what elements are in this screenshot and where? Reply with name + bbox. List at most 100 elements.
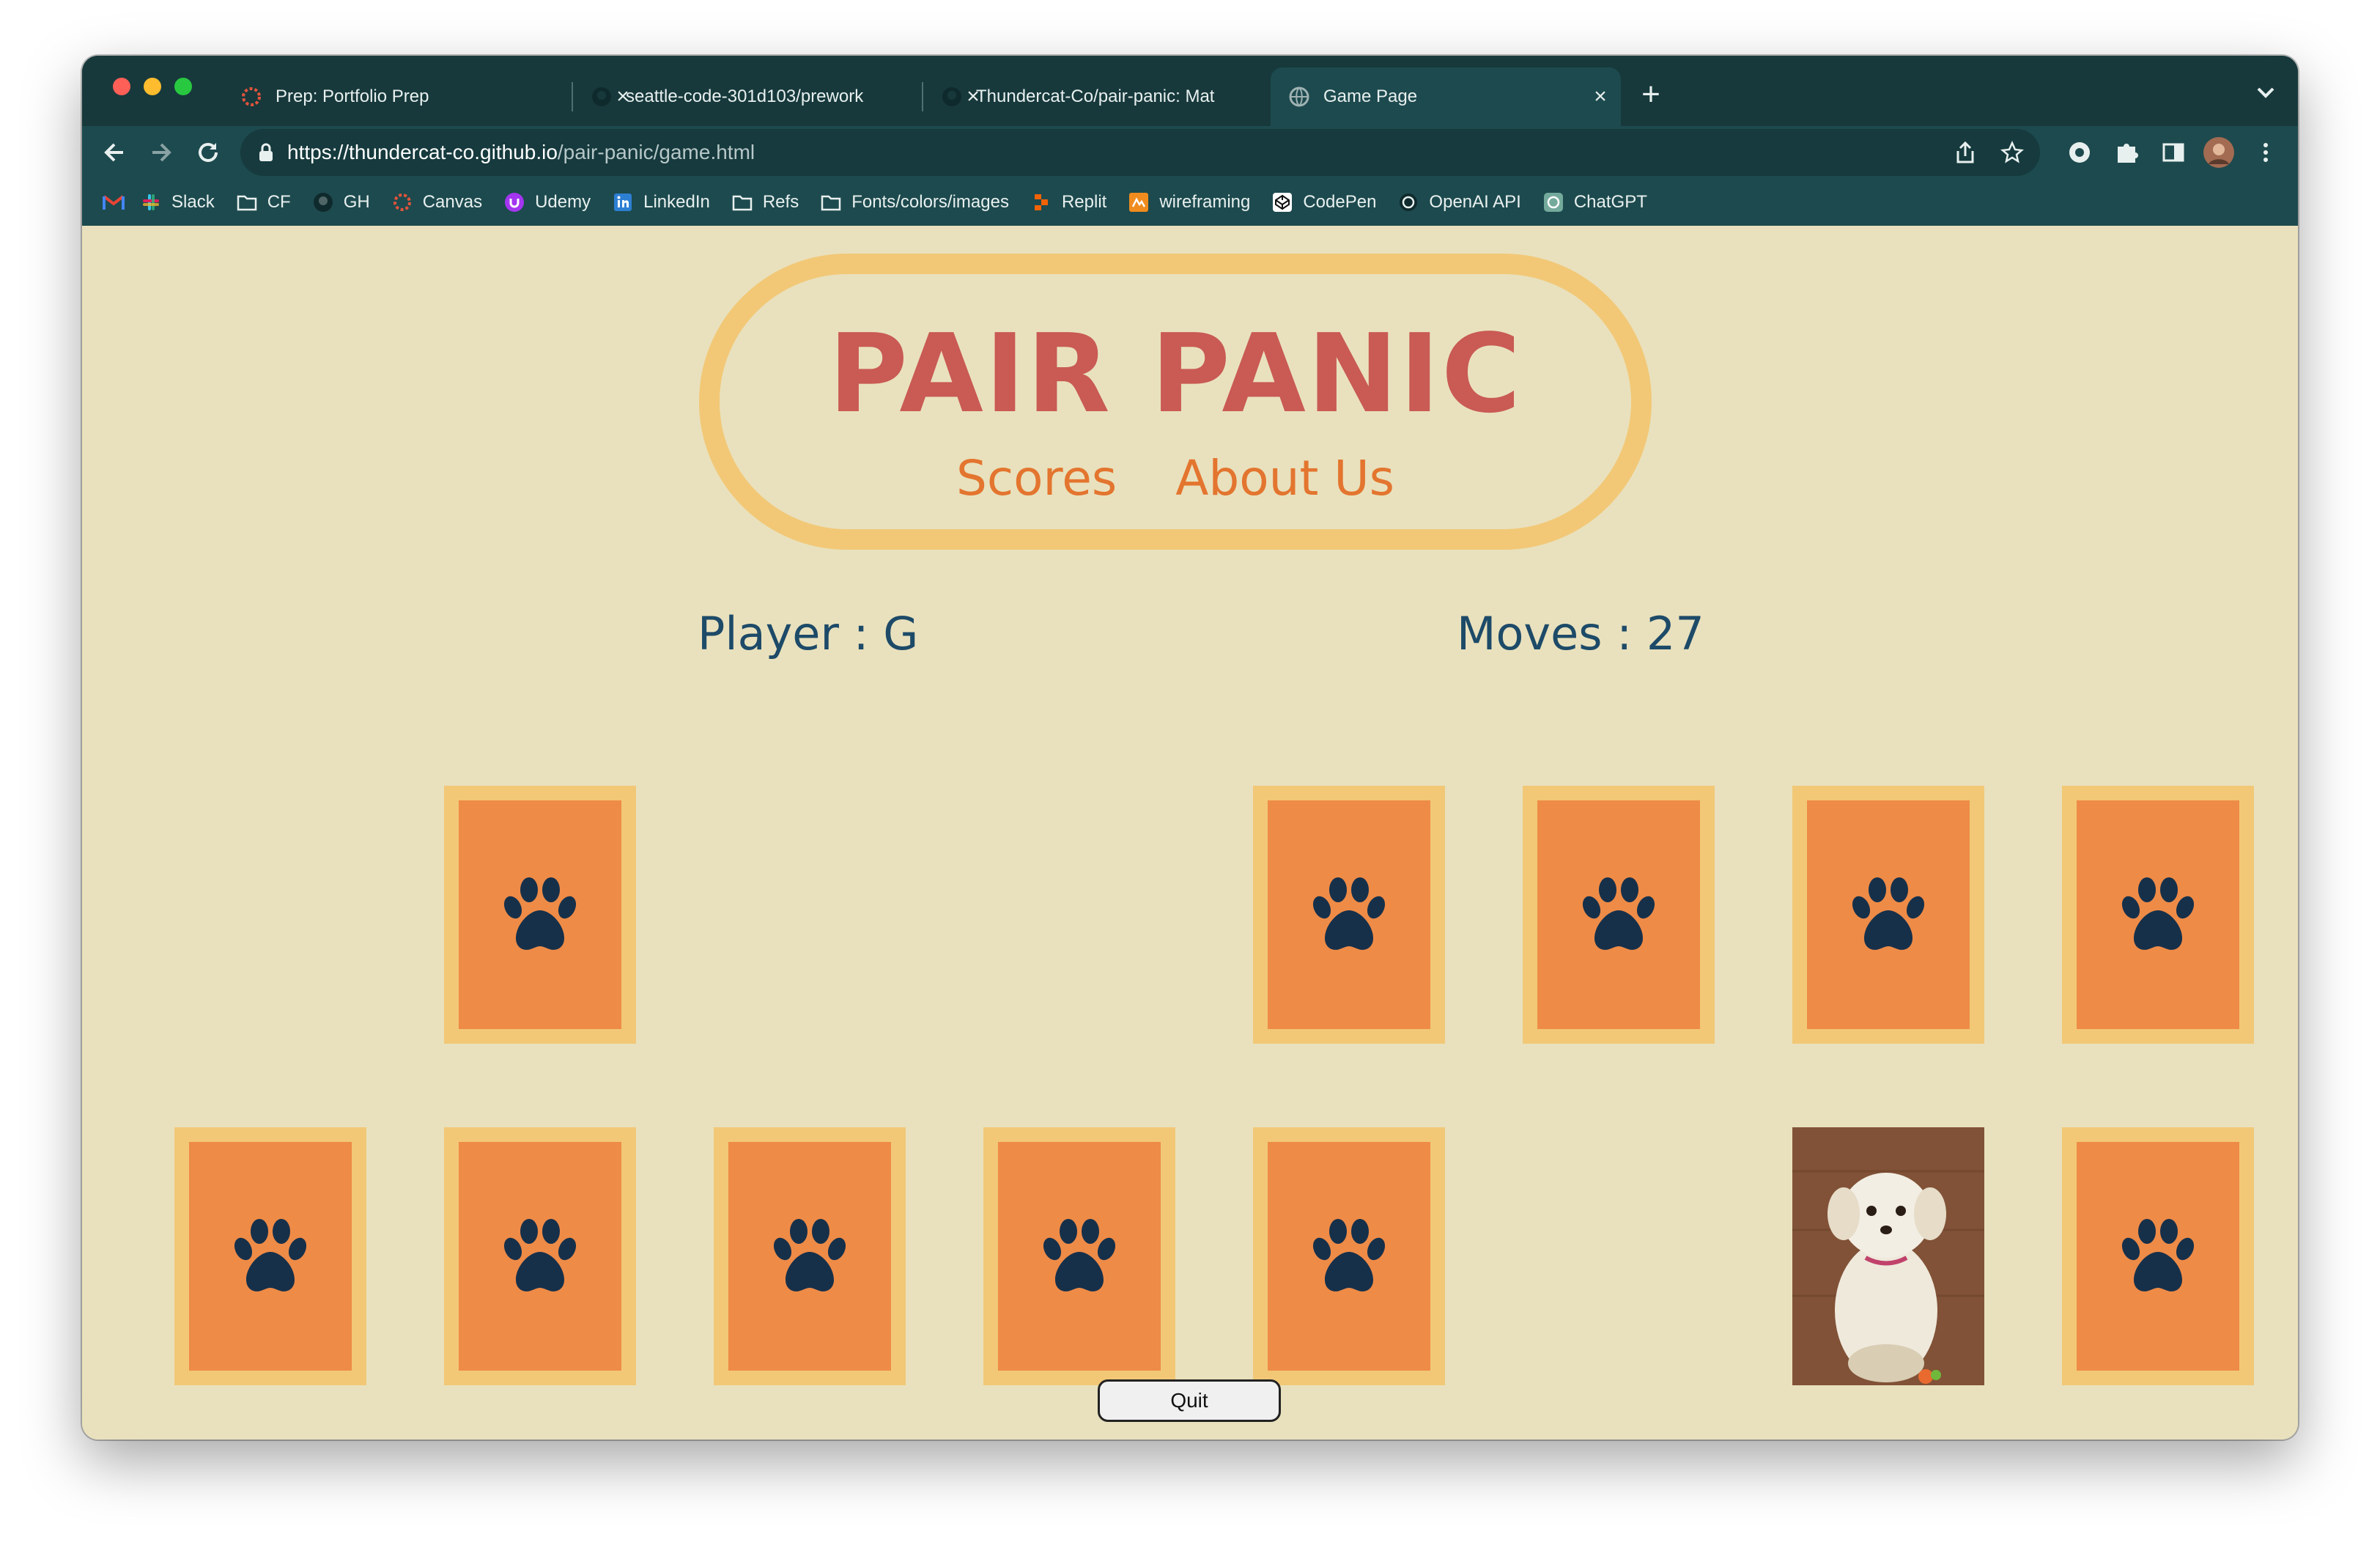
forward-arrow-icon[interactable] [145, 136, 177, 169]
minimize-window-button[interactable] [144, 78, 161, 95]
linkedin-icon [613, 192, 633, 213]
card-back [1268, 1142, 1430, 1371]
card-back [1537, 800, 1700, 1029]
tab-title: Game Page [1323, 86, 1418, 106]
nav-link-scores[interactable]: Scores [956, 450, 1117, 506]
memory-card-face-up[interactable] [1792, 1127, 1984, 1385]
memory-card[interactable] [983, 1127, 1175, 1385]
card-back [728, 1142, 891, 1371]
site-title: PAIR PANIC [828, 311, 1523, 437]
new-tab-plus-icon[interactable]: + [1631, 75, 1671, 114]
bookmark-chatgpt[interactable]: ChatGPT [1543, 192, 1647, 213]
player-label: Player : G [698, 607, 919, 660]
memory-card[interactable] [174, 1127, 366, 1385]
profile-avatar[interactable] [2203, 136, 2235, 169]
lock-icon [258, 143, 274, 162]
close-window-button[interactable] [113, 78, 130, 95]
card-back [1807, 800, 1970, 1029]
quit-button[interactable]: Quit [1098, 1379, 1281, 1422]
memory-card[interactable] [1523, 786, 1715, 1044]
canvas-favicon-icon [240, 86, 262, 108]
bookmark-linkedin[interactable]: LinkedIn [613, 192, 710, 213]
codepen-icon [1272, 192, 1293, 213]
nav-link-about-us[interactable]: About Us [1175, 450, 1394, 506]
extension-icon[interactable] [2063, 136, 2096, 169]
paw-icon [2121, 1219, 2195, 1291]
slack-icon [141, 192, 161, 213]
browser-menu-kebab-icon[interactable] [2250, 136, 2282, 169]
paw-icon [773, 1219, 846, 1291]
memory-card[interactable] [714, 1127, 906, 1385]
bookmark-canvas[interactable]: Canvas [392, 192, 482, 213]
udemy-icon [504, 192, 525, 213]
github-favicon-icon [591, 86, 613, 108]
bookmark-replit[interactable]: Replit [1031, 192, 1106, 213]
tab-close-icon[interactable]: × [1586, 84, 1615, 109]
memory-card[interactable] [1253, 1127, 1445, 1385]
bookmark-label: LinkedIn [643, 192, 710, 212]
side-panel-icon[interactable] [2157, 136, 2189, 169]
bookmark-label: GH [343, 192, 370, 212]
share-icon[interactable] [1955, 141, 1976, 164]
paw-icon [1852, 877, 1925, 950]
browser-toolbar: https://thundercat-co.github.io/pair-pan… [82, 126, 2298, 179]
paw-icon [234, 1219, 307, 1291]
bookmark-udemy[interactable]: Udemy [504, 192, 591, 213]
bookmark-label: ChatGPT [1573, 192, 1647, 212]
puzzle-extensions-icon[interactable] [2110, 136, 2143, 169]
url-text: https://thundercat-co.github.io/pair-pan… [287, 141, 755, 164]
bookmark-wireframing[interactable]: wireframing [1128, 192, 1250, 213]
bookmark-label: CodePen [1303, 192, 1377, 212]
canvas-icon [392, 192, 413, 213]
bookmark-gh[interactable]: GH [313, 192, 370, 213]
bookmarks-bar: Slack CF GH Canvas Udemy LinkedIn Refs F… [82, 179, 2298, 226]
bookmark-cf[interactable]: CF [237, 192, 291, 213]
replit-icon [1031, 192, 1052, 213]
bookmark-label: Canvas [422, 192, 483, 212]
paw-icon [1582, 877, 1655, 950]
tab-title: seattle-code-301d103/prework [626, 86, 864, 106]
bookmark-label: Slack [171, 192, 215, 212]
bookmark-star-icon[interactable] [2000, 141, 2024, 164]
globe-favicon-icon [1288, 86, 1310, 108]
site-header: PAIR PANIC Scores About Us [699, 254, 1652, 550]
url-host: https://thundercat-co.github.io [287, 141, 558, 163]
tab-title: Thundercat-Co/pair-panic: Mat [976, 86, 1215, 106]
tab-search-chevron-icon[interactable] [2251, 78, 2280, 107]
memory-card[interactable] [1792, 786, 1984, 1044]
card-back [459, 1142, 621, 1371]
paw-icon [503, 1219, 577, 1291]
bookmark-slack[interactable]: Slack [141, 192, 215, 213]
chatgpt-icon [1543, 192, 1564, 213]
bookmark-fonts-colors-images[interactable]: Fonts/colors/images [821, 192, 1009, 213]
card-back [1268, 800, 1430, 1029]
url-path: /pair-panic/game.html [557, 141, 755, 163]
address-bar[interactable]: https://thundercat-co.github.io/pair-pan… [240, 129, 2040, 176]
game-page: PAIR PANIC Scores About Us Player : G Mo… [82, 226, 2298, 1440]
memory-card[interactable] [444, 1127, 636, 1385]
folder-icon [821, 192, 841, 213]
bookmark-label: CF [267, 192, 291, 212]
memory-card[interactable] [1253, 786, 1445, 1044]
bookmark-label: Udemy [535, 192, 591, 212]
tab-game-page[interactable]: Game Page × [1271, 67, 1621, 126]
bookmark-codepen[interactable]: CodePen [1272, 192, 1376, 213]
reload-icon[interactable] [192, 136, 224, 169]
bookmark-label: OpenAI API [1429, 192, 1521, 212]
memory-card[interactable] [444, 786, 636, 1044]
moves-counter: Moves : 27 [1457, 607, 1704, 660]
gmail-icon[interactable] [103, 194, 125, 211]
bookmark-label: wireframing [1159, 192, 1251, 212]
memory-card[interactable] [2062, 1127, 2254, 1385]
zoom-window-button[interactable] [174, 78, 192, 95]
wireframing-icon [1128, 192, 1149, 213]
bookmark-label: Replit [1061, 192, 1107, 212]
bookmark-refs[interactable]: Refs [732, 192, 799, 213]
github-favicon-icon [941, 86, 963, 108]
bookmark-openai-api[interactable]: OpenAI API [1398, 192, 1521, 213]
folder-icon [237, 192, 257, 213]
paw-icon [2121, 877, 2195, 950]
back-arrow-icon[interactable] [98, 136, 130, 169]
memory-card[interactable] [2062, 786, 2254, 1044]
tab-title: Prep: Portfolio Prep [276, 86, 429, 106]
